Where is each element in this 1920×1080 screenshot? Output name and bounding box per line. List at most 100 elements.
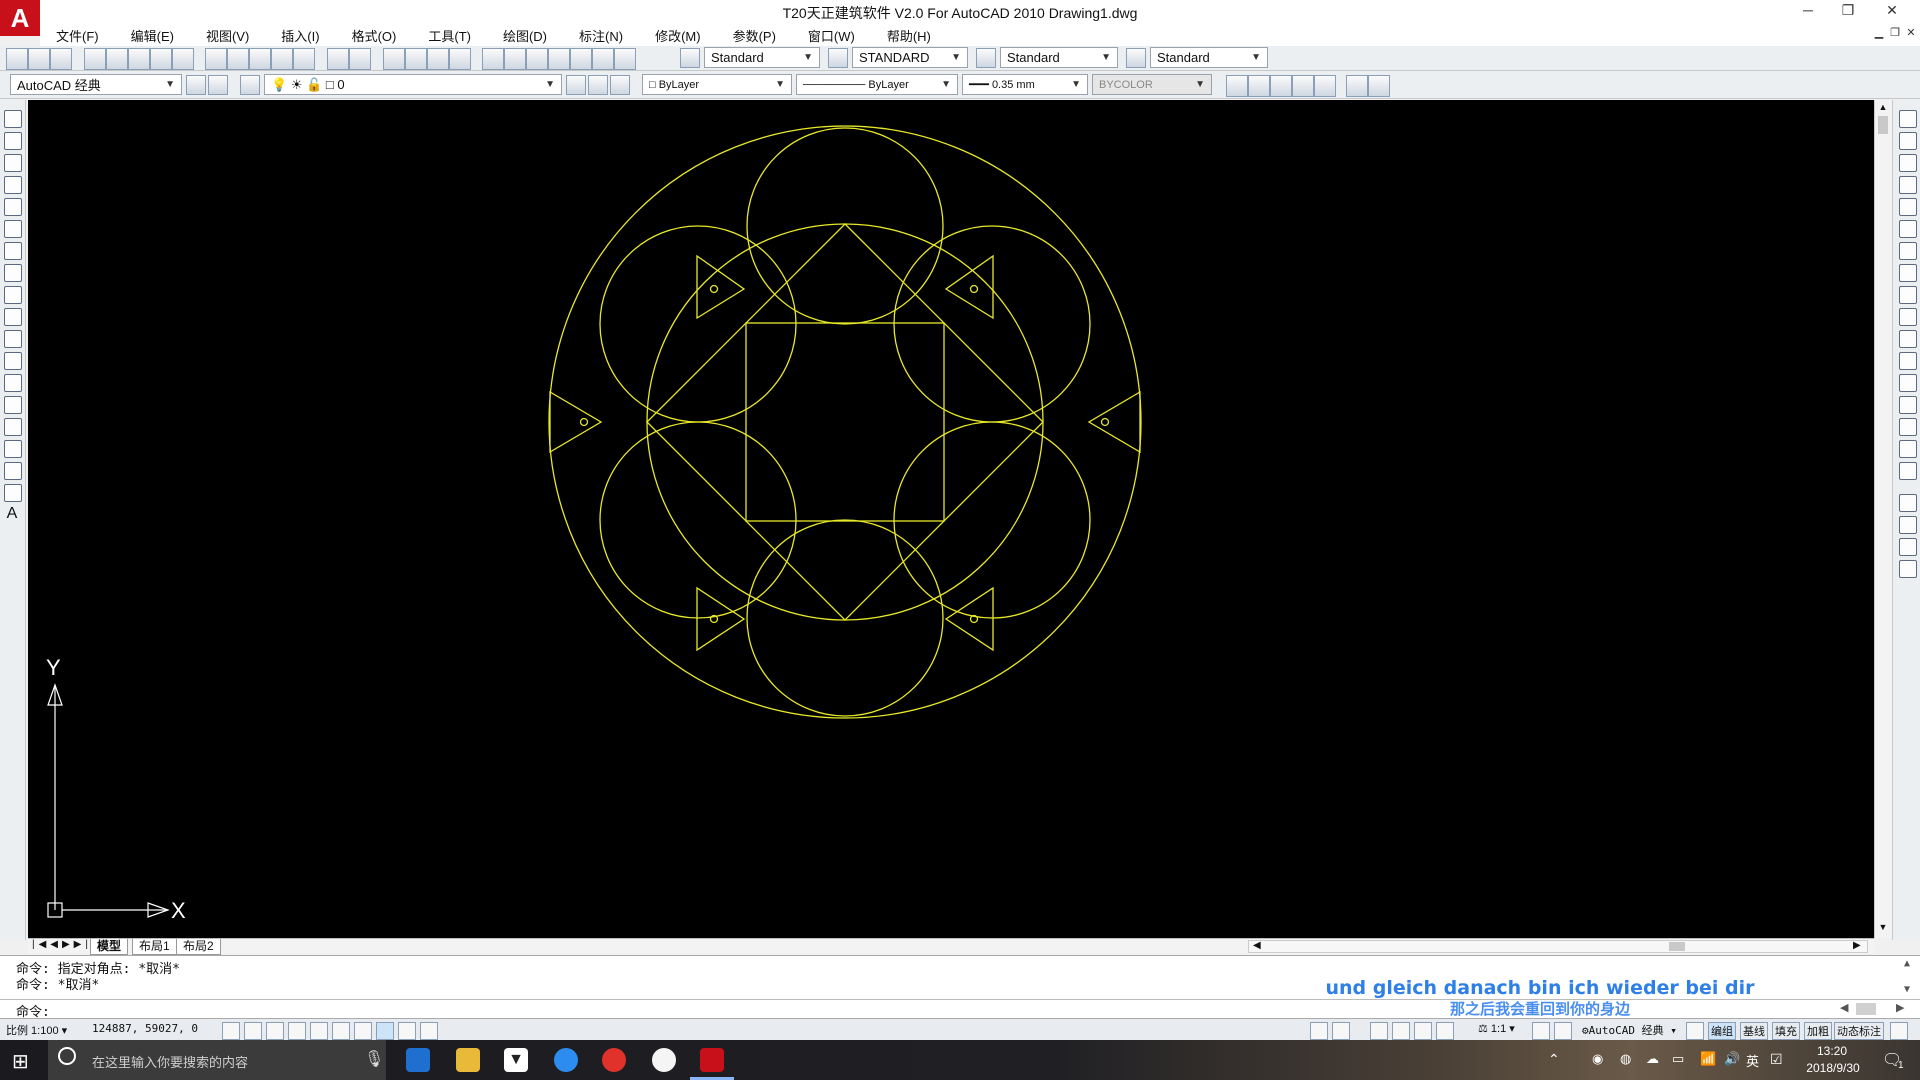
doc-restore-icon[interactable]: ❐ [1888,26,1902,40]
paste-icon[interactable] [249,48,272,70]
annotation-visibility-icon[interactable] [1532,1022,1550,1040]
paste-block-icon[interactable] [271,48,294,70]
gradient-icon[interactable] [4,440,22,458]
chamfer-icon[interactable] [1899,418,1917,436]
zoom-status-icon[interactable] [1392,1022,1410,1040]
scroll-left-icon[interactable]: ◀ [1253,940,1261,951]
color-select[interactable]: □ ByLayer ▼ [642,74,792,95]
command-hscroll-right-icon[interactable]: ▶ [1896,1001,1904,1014]
menu-dimension[interactable]: 标注(N) [563,26,639,45]
scroll-up-icon[interactable]: ▲ [1877,102,1889,112]
fill-toggle[interactable]: 填充 [1772,1022,1800,1040]
scroll-right-icon[interactable]: ▶ [1853,940,1861,951]
hide-icon[interactable] [1248,75,1270,97]
break-icon[interactable] [1899,374,1917,392]
draw-order-icon[interactable] [1899,494,1917,512]
menu-view[interactable]: 视图(V) [190,26,265,45]
menu-window[interactable]: 窗口(W) [792,26,871,45]
spline-icon[interactable] [4,286,22,304]
layer-previous-icon[interactable] [588,75,608,95]
menu-edit[interactable]: 编辑(E) [115,26,190,45]
menu-parametric[interactable]: 参数(P) [717,26,792,45]
extend-icon[interactable] [1899,330,1917,348]
clock-date[interactable]: 2018/9/30 [1798,1061,1868,1075]
insert-block-icon[interactable] [4,352,22,370]
steering-wheel-icon[interactable] [1414,1022,1432,1040]
match-properties-icon[interactable] [293,48,316,70]
command-hscroll-left-icon[interactable]: ◀ [1840,1001,1848,1014]
ellipse-icon[interactable] [4,308,22,326]
rectangle-icon[interactable] [4,198,22,216]
menu-help[interactable]: 帮助(H) [871,26,947,45]
lock-ui-icon[interactable] [1686,1022,1704,1040]
dim-style-icon[interactable] [828,48,848,68]
annotation-scale[interactable]: ⚖ 1:1 ▾ [1478,1022,1515,1035]
3d-dwf-icon[interactable] [149,48,172,70]
microphone-icon[interactable]: 🎙 [364,1049,384,1069]
model-space-icon[interactable] [1310,1022,1328,1040]
scroll-down-icon[interactable]: ▼ [1877,922,1889,932]
revision-cloud-icon[interactable] [4,264,22,282]
text-style-icon[interactable] [680,48,700,68]
quickcalc-icon[interactable] [592,48,615,70]
bring-to-front-icon[interactable] [1899,516,1917,534]
dim-style-select[interactable]: STANDARD ▼ [852,47,968,68]
standard-tool-icons[interactable] [6,48,637,73]
trim-icon[interactable] [1899,308,1917,326]
tab-layout2[interactable]: 布局2 [176,939,221,955]
autocad-logo[interactable]: A [0,0,40,36]
drawing-scale[interactable]: 比例 1:100 ▾ [6,1022,67,1038]
tray-people-icon[interactable]: ◍ [1620,1051,1631,1067]
vertical-scroll-thumb[interactable] [1878,116,1888,134]
linetype-select[interactable]: ──────── ByLayer ▼ [796,74,958,95]
rotate-icon[interactable] [1899,242,1917,260]
render-icon[interactable] [1292,75,1314,97]
zoom-window-icon[interactable] [426,48,449,70]
command-hscroll-thumb[interactable] [1856,1003,1876,1015]
table-style-select[interactable]: Standard ▼ [1000,47,1118,68]
region-icon[interactable] [4,462,22,480]
layer-state-icon[interactable] [610,75,630,95]
horizontal-scroll-thumb[interactable] [1669,942,1685,951]
quick-properties-icon[interactable] [420,1022,438,1040]
doc-close-icon[interactable]: ✕ [1904,26,1918,40]
redo-icon[interactable] [348,48,371,70]
osnap-icon[interactable] [310,1022,328,1040]
mleader-style-icon[interactable] [1126,48,1146,68]
layout-space-icon[interactable] [1332,1022,1350,1040]
table-style-icon[interactable] [976,48,996,68]
view-icon[interactable] [1226,75,1248,97]
autocad-taskbar-icon[interactable] [700,1048,724,1072]
bring-above-icon[interactable] [1899,560,1917,578]
tab-navigation-icons[interactable]: |◀◀▶▶| [32,939,92,950]
wifi-icon[interactable]: 📶 [1700,1051,1716,1067]
stretch-icon[interactable] [1899,286,1917,304]
save-icon[interactable] [50,48,72,70]
polyline-icon[interactable] [4,154,22,172]
menu-format[interactable]: 格式(O) [336,26,413,45]
menu-file[interactable]: 文件(F) [40,26,115,45]
tray-app-icon[interactable]: ◉ [1592,1051,1603,1067]
new-file-icon[interactable] [6,48,28,70]
layer-manager-icon[interactable] [240,75,260,95]
bold-toggle[interactable]: 加粗 [1804,1022,1832,1040]
sheet-set-icon[interactable] [548,48,571,70]
hatch-icon[interactable] [4,418,22,436]
command-scroll-down-icon[interactable]: ▼ [1904,984,1910,995]
make-current-layer-icon[interactable] [566,75,586,95]
workspace-icon[interactable] [208,75,228,95]
task-view-icon[interactable] [406,1048,430,1072]
text-style-select[interactable]: Standard ▼ [704,47,820,68]
3d-view-icon[interactable] [1345,75,1368,97]
horizontal-scrollbar[interactable]: ◀ ▶ [1248,940,1868,953]
command-input-row[interactable]: 命令: 那之后我会重回到你的身边 ◀ ▶ [0,999,1920,1020]
taskbar-search-box[interactable]: 在这里输入你要搜索的内容 🎙 [48,1040,386,1080]
ellipse-arc-icon[interactable] [4,330,22,348]
ortho-icon[interactable] [266,1022,284,1040]
ime-indicator[interactable]: 英 [1746,1051,1759,1070]
plotstyle-select[interactable]: BYCOLOR ▼ [1092,74,1212,95]
netease-music-icon[interactable] [602,1048,626,1072]
pan-status-icon[interactable] [1370,1022,1388,1040]
menu-draw[interactable]: 绘图(D) [487,26,563,45]
explode-icon[interactable] [1899,462,1917,480]
